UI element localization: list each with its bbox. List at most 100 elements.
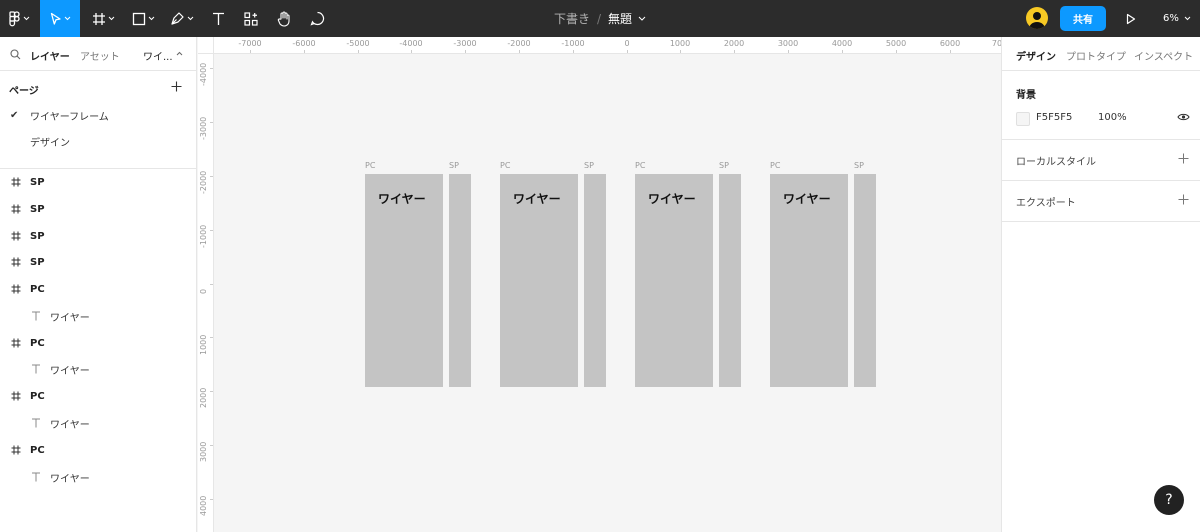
comment-icon: [309, 11, 324, 26]
layer-label: SP: [30, 256, 45, 268]
frame-sp[interactable]: [719, 174, 741, 387]
frame-text[interactable]: ワイヤー: [648, 190, 696, 207]
ruler-label: 6000: [939, 39, 961, 48]
chevron-down-icon: [187, 16, 194, 21]
chevron-down-icon: [1184, 16, 1191, 21]
canvas[interactable]: PC SP ワイヤー PC SP ワイヤー PC SP ワイヤー PC SP ワ…: [215, 55, 1001, 532]
frame-tool-button[interactable]: [86, 0, 120, 37]
frame-hash-icon: [9, 229, 23, 243]
ruler-label: 70: [991, 39, 1001, 48]
layer-text[interactable]: ワイヤー: [0, 305, 196, 327]
file-name[interactable]: 無題: [608, 10, 632, 27]
zoom-dropdown[interactable]: 6%: [1163, 0, 1191, 37]
play-icon: [1126, 13, 1136, 24]
layer-label: PC: [30, 444, 45, 456]
ruler-horizontal: -7000 -6000 -5000 -4000 -3000 -2000 -100…: [198, 37, 1001, 54]
divider: [1002, 139, 1200, 140]
avatar[interactable]: [1026, 7, 1048, 29]
help-button[interactable]: ?: [1154, 485, 1184, 515]
layer-frame-sp[interactable]: SP: [0, 198, 196, 220]
background-color-swatch[interactable]: [1016, 112, 1030, 126]
ruler-label: 2000: [723, 39, 745, 48]
tab-prototype[interactable]: プロトタイプ: [1066, 48, 1126, 63]
frame-label-pc[interactable]: PC: [365, 161, 375, 170]
page-item-design[interactable]: デザイン: [0, 129, 196, 153]
pen-tool-button[interactable]: [165, 0, 199, 37]
frame-label-pc[interactable]: PC: [500, 161, 510, 170]
ruler-label: -3000: [199, 116, 208, 140]
layer-label: SP: [30, 203, 45, 215]
main-menu-button[interactable]: [0, 0, 38, 37]
ruler-label: -7000: [238, 39, 262, 48]
plus-icon[interactable]: [1178, 153, 1189, 164]
frame-label-pc[interactable]: PC: [635, 161, 645, 170]
page-switcher[interactable]: ワイ...: [143, 48, 173, 63]
frame-hash-icon: [9, 282, 23, 296]
layer-frame-pc[interactable]: PC: [0, 332, 196, 354]
frame-text[interactable]: ワイヤー: [378, 190, 426, 207]
frame-text[interactable]: ワイヤー: [513, 190, 561, 207]
frame-sp[interactable]: [584, 174, 606, 387]
chevron-down-icon: [64, 16, 70, 21]
layer-frame-sp[interactable]: SP: [0, 171, 196, 193]
present-button[interactable]: [1120, 0, 1142, 37]
frame-label-pc[interactable]: PC: [770, 161, 780, 170]
hand-tool-icon: [277, 10, 290, 27]
tab-inspect[interactable]: インスペクト: [1134, 48, 1193, 63]
text-layer-icon: [29, 470, 43, 484]
page-label: デザイン: [30, 137, 70, 149]
comment-tool-button[interactable]: [304, 0, 330, 37]
background-hex-input[interactable]: F5F5F5: [1036, 112, 1072, 123]
tab-layers[interactable]: レイヤー: [30, 48, 70, 63]
text-tool-button[interactable]: [205, 0, 231, 37]
tab-assets[interactable]: アセット: [80, 48, 120, 63]
chevron-up-icon[interactable]: [176, 51, 183, 56]
plus-icon[interactable]: [1178, 194, 1189, 205]
ruler-vertical: -4000 -3000 -2000 -1000 0 1000 2000 3000…: [198, 54, 214, 532]
ruler-label: 1000: [669, 39, 691, 48]
ruler-label: 3000: [777, 39, 799, 48]
right-panel: デザイン プロトタイプ インスペクト 背景 F5F5F5 100% ローカルスタ…: [1001, 37, 1200, 532]
frame-text[interactable]: ワイヤー: [783, 190, 831, 207]
layer-frame-pc[interactable]: PC: [0, 385, 196, 407]
tab-design[interactable]: デザイン: [1016, 48, 1056, 63]
hand-tool-button[interactable]: [271, 0, 297, 37]
frame-label-sp[interactable]: SP: [719, 161, 729, 170]
right-tabs: デザイン プロトタイプ インスペクト: [1002, 37, 1200, 71]
chevron-down-icon: [148, 16, 154, 21]
chevron-down-icon[interactable]: [638, 16, 646, 21]
export-title: エクスポート: [1016, 198, 1076, 209]
frame-sp[interactable]: [854, 174, 876, 387]
plus-icon[interactable]: [170, 80, 183, 93]
resources-button[interactable]: [238, 0, 264, 37]
search-icon[interactable]: [10, 49, 21, 60]
figma-menu-icon: [8, 10, 20, 26]
layer-label: SP: [30, 176, 45, 188]
ruler-label: -5000: [346, 39, 370, 48]
breadcrumb-folder[interactable]: 下書き: [554, 10, 590, 27]
text-layer-icon: [29, 309, 43, 323]
ruler-label: -1000: [199, 224, 208, 248]
layer-text[interactable]: ワイヤー: [0, 466, 196, 488]
layer-frame-sp[interactable]: SP: [0, 225, 196, 247]
background-opacity-input[interactable]: 100%: [1098, 112, 1127, 123]
layer-frame-pc[interactable]: PC: [0, 439, 196, 461]
move-tool-button[interactable]: [40, 0, 80, 37]
frame-label-sp[interactable]: SP: [584, 161, 594, 170]
shape-tool-button[interactable]: [126, 0, 160, 37]
layer-frame-sp[interactable]: SP: [0, 251, 196, 273]
frame-hash-icon: [9, 175, 23, 189]
layer-text[interactable]: ワイヤー: [0, 358, 196, 380]
ruler-label: -1000: [561, 39, 585, 48]
layer-label: ワイヤー: [50, 365, 90, 377]
page-item-wireframe[interactable]: ✔ ワイヤーフレーム: [0, 103, 196, 127]
background-section-title: 背景: [1016, 90, 1036, 101]
chevron-down-icon: [23, 16, 29, 21]
frame-label-sp[interactable]: SP: [854, 161, 864, 170]
share-button[interactable]: 共有: [1060, 6, 1106, 31]
eye-icon[interactable]: [1177, 112, 1190, 122]
frame-sp[interactable]: [449, 174, 471, 387]
layer-text[interactable]: ワイヤー: [0, 412, 196, 434]
layer-frame-pc[interactable]: PC: [0, 278, 196, 300]
frame-label-sp[interactable]: SP: [449, 161, 459, 170]
